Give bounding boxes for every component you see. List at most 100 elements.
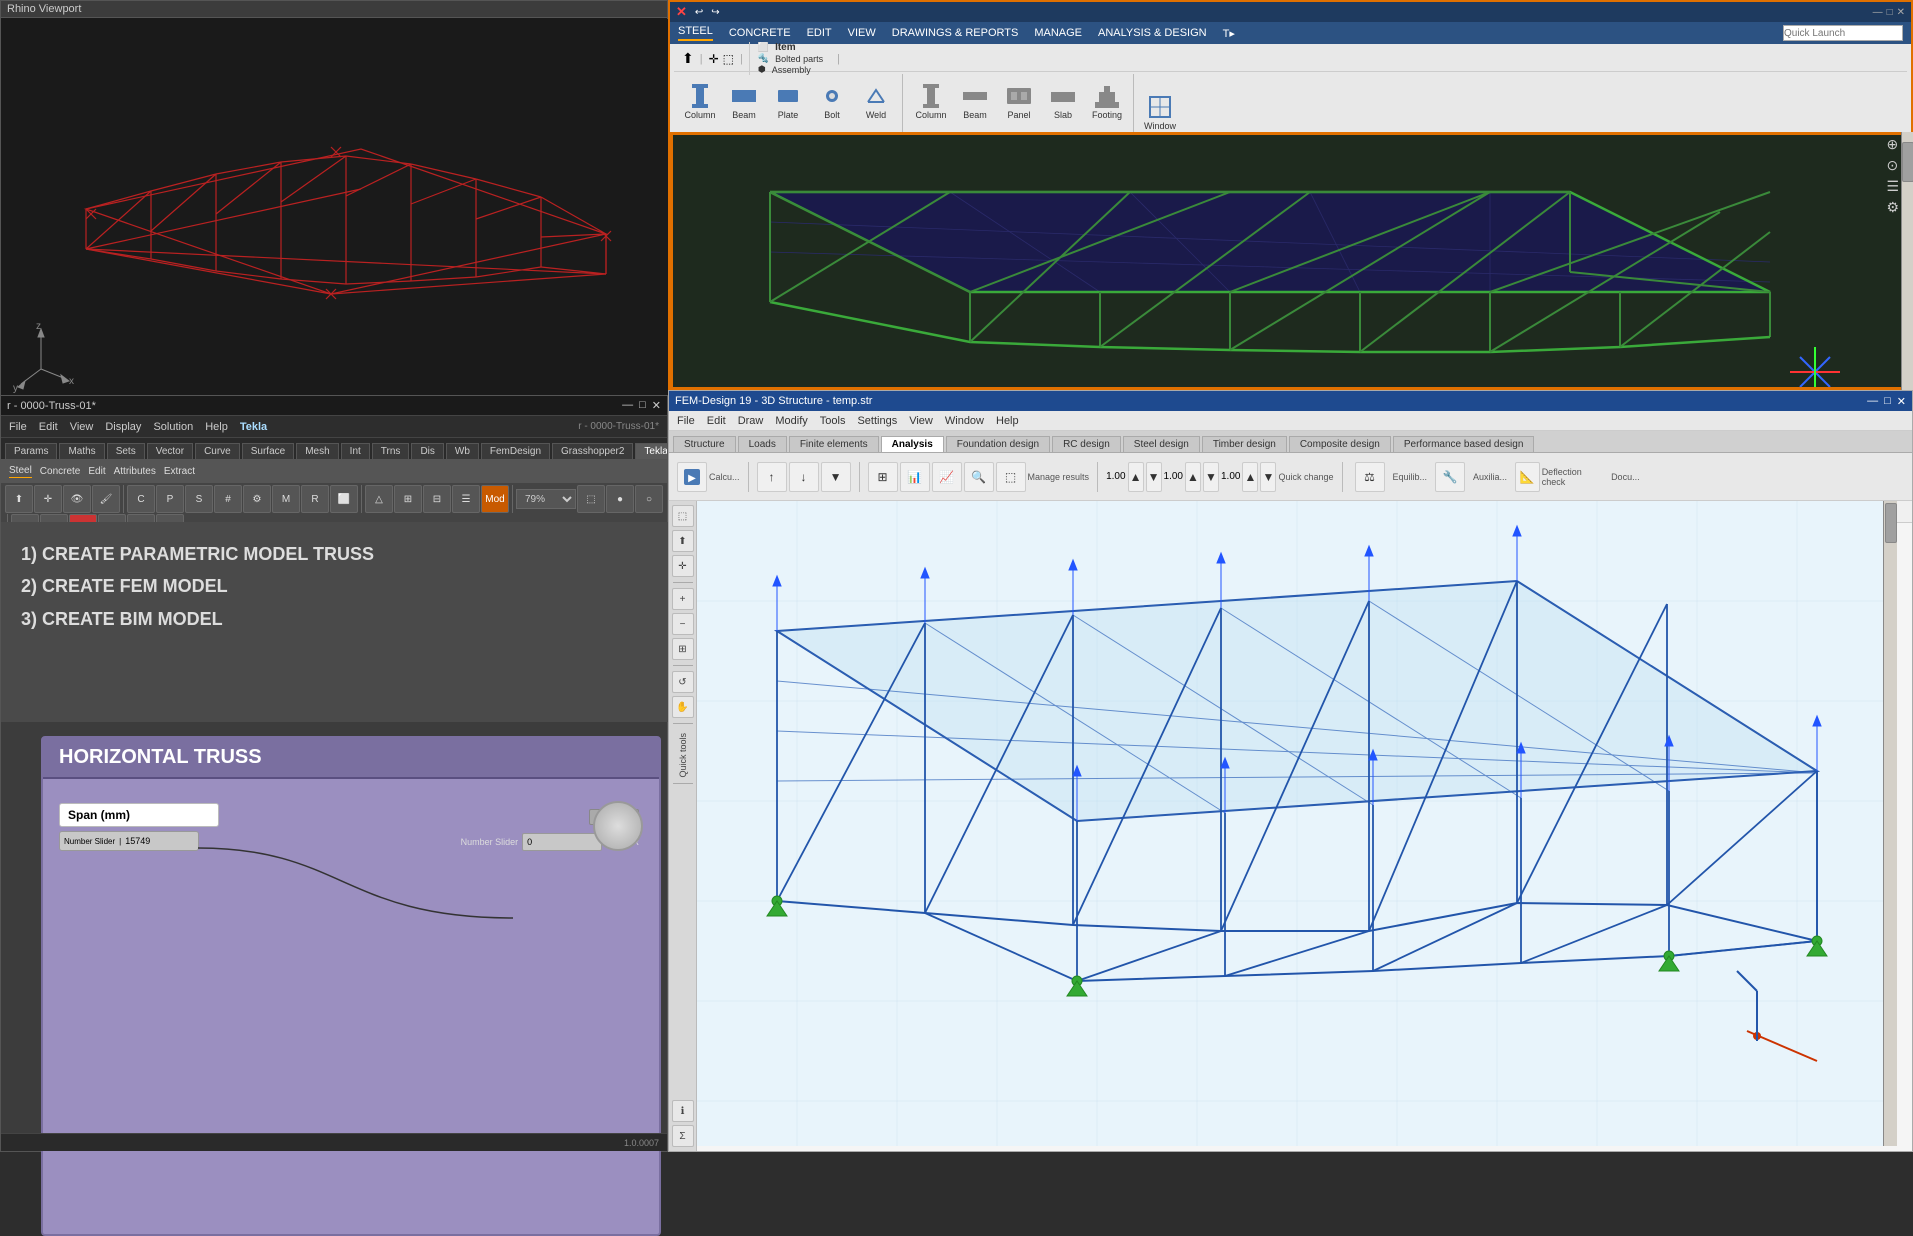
tekla-menu-concrete[interactable]: CONCRETE [729, 27, 791, 39]
gh-tab-femdesign[interactable]: FemDesign [481, 443, 550, 459]
fem-side-pan[interactable]: ✋ [672, 696, 694, 718]
fem-results-5[interactable]: ⬚ [996, 462, 1026, 492]
tekla-right-icon-4[interactable]: ⚙ [1886, 199, 1899, 216]
gh-menu-help[interactable]: Help [205, 421, 228, 433]
gh-tool-frame[interactable]: ⬚ [577, 485, 605, 513]
gh-maximize[interactable]: □ [639, 399, 646, 412]
gh-tool-paint[interactable]: 🖌 [92, 485, 120, 513]
gh-tab-grasshopper2[interactable]: Grasshopper2 [552, 443, 633, 459]
fem-nav-up[interactable]: ↑ [757, 462, 787, 492]
fem-close[interactable]: ✕ [1897, 395, 1906, 408]
gh-tab-sets[interactable]: Sets [107, 443, 145, 459]
fem-tab-analysis[interactable]: Analysis [881, 436, 944, 452]
tekla-weld-btn[interactable]: Weld [856, 80, 896, 122]
gh-tab-trns[interactable]: Trns [372, 443, 410, 459]
gh-tool-c3[interactable]: S [185, 485, 213, 513]
gh-tab-wb[interactable]: Wb [446, 443, 479, 459]
fem-side-zoom-in[interactable]: + [672, 588, 694, 610]
fem-menu-window[interactable]: Window [945, 415, 984, 427]
fem-results-2[interactable]: 📊 [900, 462, 930, 492]
gh-component-node[interactable]: HORIZONTAL TRUSS Span (mm) Number Slider… [41, 736, 661, 1236]
gh-tab-params[interactable]: Params [5, 443, 57, 459]
fem-num-dn-3[interactable]: ▼ [1260, 462, 1276, 492]
tekla-quick-launch[interactable] [1783, 25, 1903, 41]
gh-tool-c5[interactable]: ⚙ [243, 485, 271, 513]
fem-menu-tools[interactable]: Tools [820, 415, 846, 427]
gh-tab-mesh[interactable]: Mesh [296, 443, 338, 459]
gh-tab-curve[interactable]: Curve [195, 443, 240, 459]
gh-tool-d2[interactable]: ⊞ [394, 485, 422, 513]
fem-num-dn-1[interactable]: ▼ [1146, 462, 1162, 492]
fem-tab-foundation[interactable]: Foundation design [946, 436, 1050, 452]
fem-maximize[interactable]: □ [1884, 395, 1891, 408]
fem-side-info[interactable]: ℹ [672, 1100, 694, 1122]
tekla-beam-btn-2[interactable]: Beam [955, 80, 995, 122]
gh-subtab-steel[interactable]: Steel [9, 465, 32, 478]
tekla-3d-viewport[interactable]: ⊕ ⊙ ☰ ⚙ [670, 132, 1913, 390]
fem-results-4[interactable]: 🔍 [964, 462, 994, 492]
tekla-menu-manage[interactable]: MANAGE [1034, 27, 1082, 39]
tekla-pointer-icon[interactable]: ✛ [709, 52, 719, 66]
fem-tab-rc[interactable]: RC design [1052, 436, 1121, 452]
fem-menu-draw[interactable]: Draw [738, 415, 764, 427]
tekla-right-icon-3[interactable]: ☰ [1886, 178, 1899, 195]
tekla-undo-icon[interactable]: ↩ [695, 7, 703, 18]
fem-side-move[interactable]: ✛ [672, 555, 694, 577]
gh-zoom-select[interactable]: 79% 100% 50% [516, 489, 576, 509]
gh-close[interactable]: ✕ [652, 399, 661, 412]
gh-menu-solution[interactable]: Solution [153, 421, 193, 433]
gh-subtab-attributes[interactable]: Attributes [114, 466, 156, 477]
gh-menu-tekla[interactable]: Tekla [240, 421, 267, 433]
gh-menu-view[interactable]: View [70, 421, 94, 433]
tekla-menu-t[interactable]: T▸ [1223, 27, 1235, 40]
gh-tool-eye[interactable]: 👁 [63, 485, 91, 513]
tekla-scrollbar-v[interactable] [1901, 132, 1913, 390]
tekla-window-btn[interactable]: Window [1140, 91, 1180, 133]
fem-num-up-3[interactable]: ▲ [1242, 462, 1258, 492]
tekla-slab-btn[interactable]: Slab [1043, 80, 1083, 122]
gh-tab-dis[interactable]: Dis [411, 443, 443, 459]
fem-tab-steel[interactable]: Steel design [1123, 436, 1200, 452]
gh-tool-c7[interactable]: R [301, 485, 329, 513]
gh-tool-select[interactable]: ⬆ [5, 485, 33, 513]
tekla-menu-analysis[interactable]: ANALYSIS & DESIGN [1098, 27, 1207, 39]
tekla-menu-view[interactable]: VIEW [848, 27, 876, 39]
gh-tab-maths[interactable]: Maths [59, 443, 104, 459]
gh-tool-c4[interactable]: # [214, 485, 242, 513]
fem-calc-btn[interactable]: ▶ [677, 462, 707, 492]
tekla-cursor-icon[interactable]: ⬆ [682, 50, 694, 67]
fem-results-3[interactable]: 📈 [932, 462, 962, 492]
fem-side-zoom-out[interactable]: − [672, 613, 694, 635]
gh-menu-file[interactable]: File [9, 421, 27, 433]
tekla-right-icon-2[interactable]: ⊙ [1886, 157, 1899, 174]
fem-side-fit[interactable]: ⊞ [672, 638, 694, 660]
fem-tab-performance[interactable]: Performance based design [1393, 436, 1535, 452]
tekla-right-icon-1[interactable]: ⊕ [1886, 136, 1899, 153]
tekla-panel-btn[interactable]: Panel [999, 80, 1039, 122]
fem-menu-view[interactable]: View [909, 415, 933, 427]
gh-tab-int[interactable]: Int [341, 443, 370, 459]
gh-subtab-concrete[interactable]: Concrete [40, 466, 81, 477]
gh-tool-dot2[interactable]: ○ [635, 485, 663, 513]
tekla-minimize[interactable]: — [1873, 7, 1883, 18]
gh-tool-c1[interactable]: C [127, 485, 155, 513]
fem-tab-finite[interactable]: Finite elements [789, 436, 879, 452]
fem-equil-btn[interactable]: ⚖ [1355, 462, 1385, 492]
gh-tool-c8[interactable]: ⬜ [330, 485, 358, 513]
gh-tool-d1[interactable]: △ [365, 485, 393, 513]
tekla-column-btn-1[interactable]: Column [680, 80, 720, 122]
fem-aux-btn[interactable]: 🔧 [1435, 462, 1465, 492]
fem-menu-file[interactable]: File [677, 415, 695, 427]
fem-side-sigma[interactable]: Σ [672, 1125, 694, 1147]
gh-tool-c6[interactable]: M [272, 485, 300, 513]
gh-tab-surface[interactable]: Surface [242, 443, 294, 459]
fem-nav-down[interactable]: ↓ [789, 462, 819, 492]
fem-num-up-2[interactable]: ▲ [1185, 462, 1201, 492]
gh-tool-cross[interactable]: ✛ [34, 485, 62, 513]
fem-results-1[interactable]: ⊞ [868, 462, 898, 492]
fem-menu-help[interactable]: Help [996, 415, 1019, 427]
fem-tab-timber[interactable]: Timber design [1202, 436, 1287, 452]
tekla-close[interactable]: ✕ [1897, 7, 1905, 18]
gh-menu-display[interactable]: Display [105, 421, 141, 433]
fem-num-up-1[interactable]: ▲ [1128, 462, 1144, 492]
